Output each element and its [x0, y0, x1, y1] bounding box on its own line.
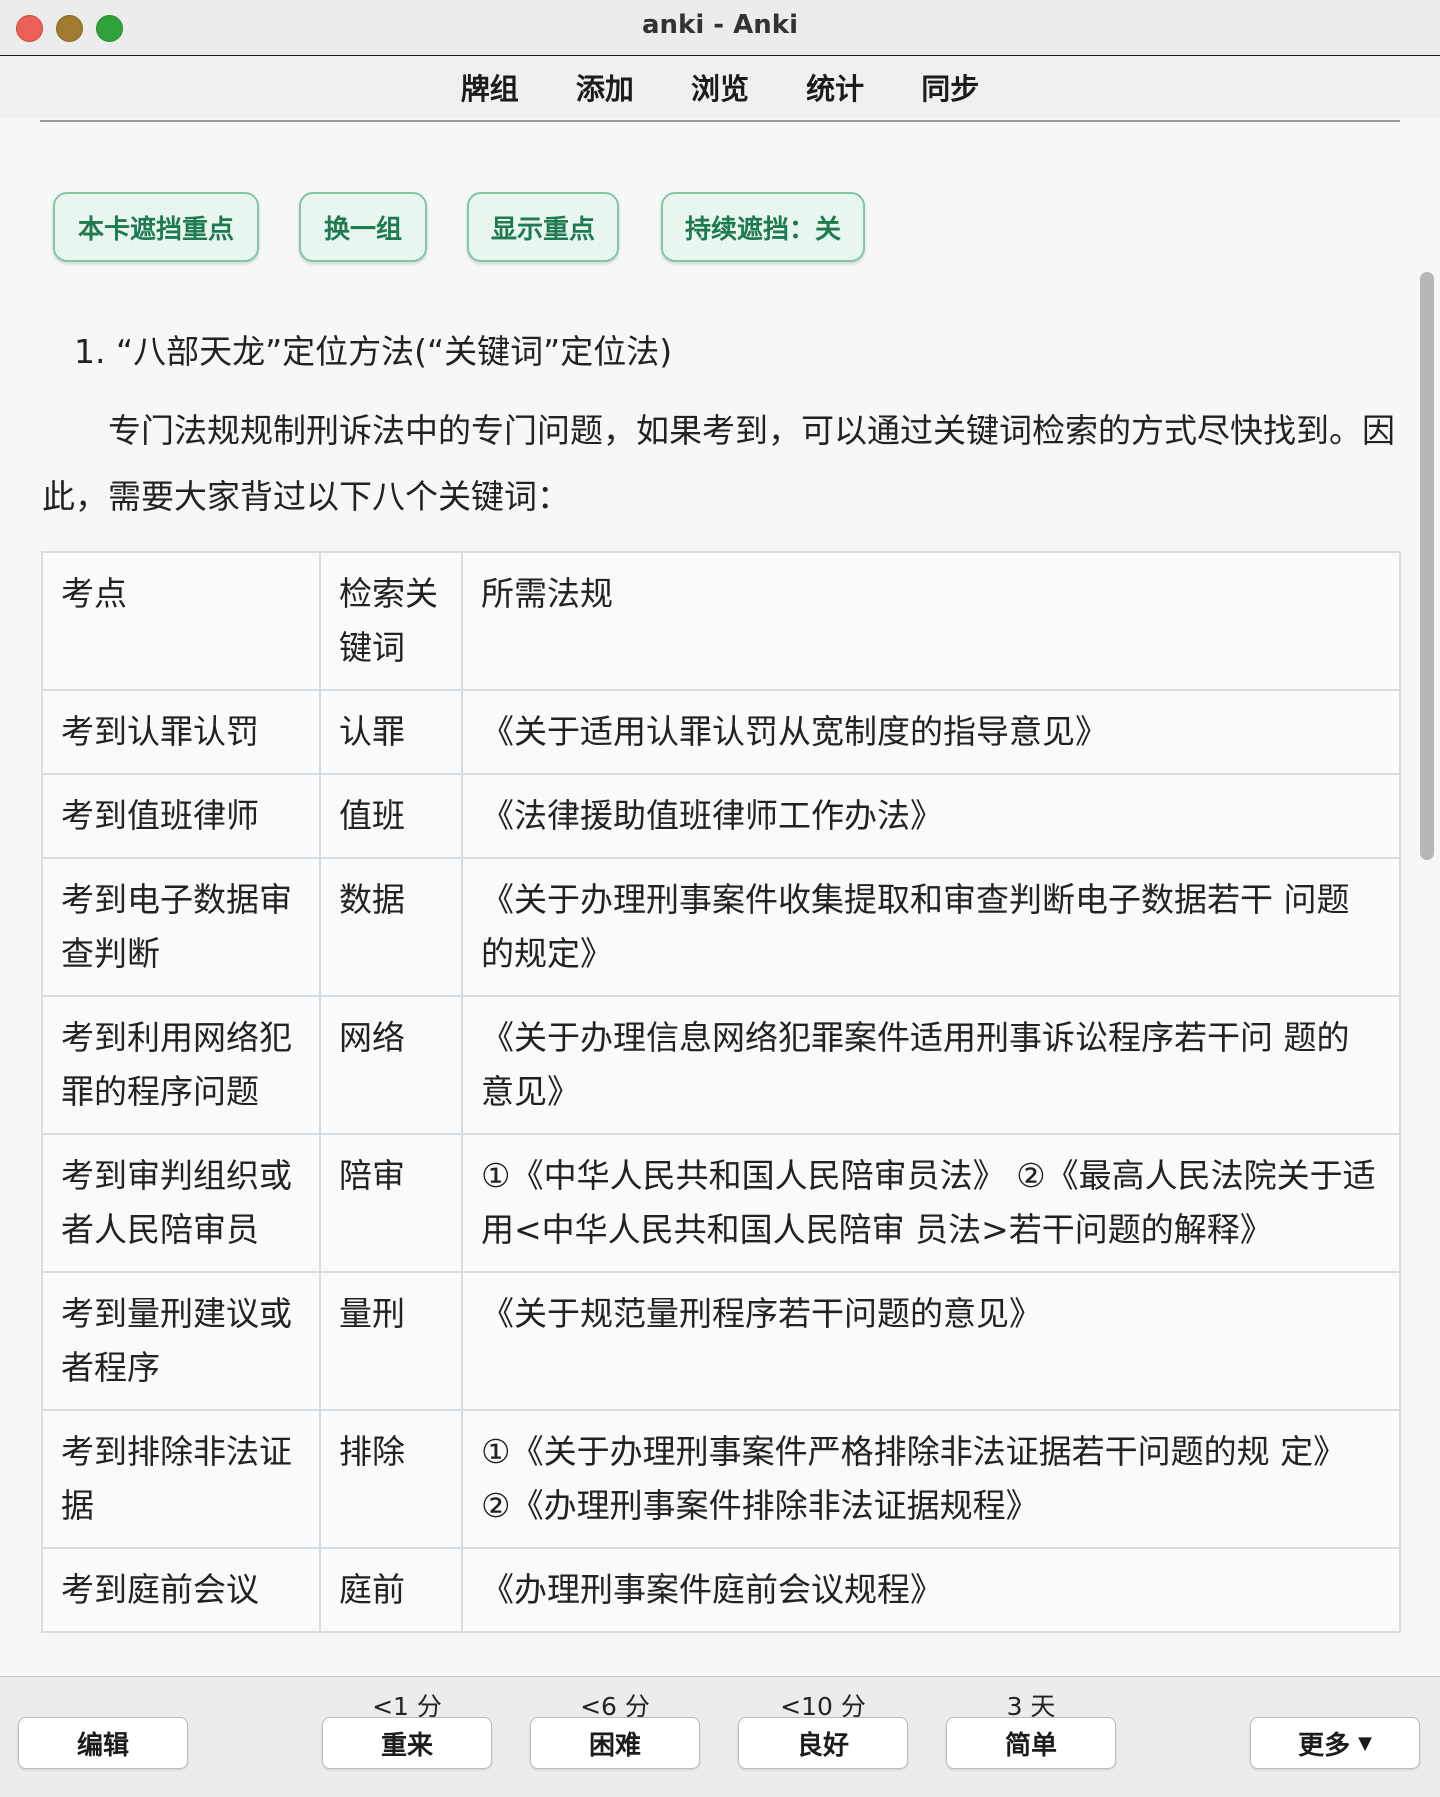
toolbar-stats[interactable]: 统计: [806, 66, 864, 108]
table-row: 考到量刑建议或者程序 量刑 《关于规范量刑程序若干问题的意见》: [41, 1271, 1401, 1411]
table-cell-law: ①《关于办理刑事案件严格排除非法证据若干问题的规 定》 ②《办理刑事案件排除非法…: [461, 1409, 1401, 1549]
again-button[interactable]: 重来: [322, 1717, 492, 1769]
more-button-label: 更多: [1298, 1730, 1351, 1761]
card-heading: 1. “八部天龙”定位方法(“关键词”定位法): [74, 332, 673, 371]
content-scrollbar[interactable]: [1420, 272, 1434, 860]
title-bar: anki - Anki: [0, 0, 1440, 56]
table-cell-keyword: 值班: [319, 773, 463, 859]
table-cell-topic: 考到利用网络犯罪的程序问题: [41, 995, 321, 1135]
table-cell-keyword: 陪审: [319, 1133, 463, 1273]
good-button[interactable]: 良好: [738, 1717, 908, 1769]
main-toolbar: 牌组 添加 浏览 统计 同步: [0, 56, 1440, 118]
table-row: 考到排除非法证据 排除 ①《关于办理刑事案件严格排除非法证据若干问题的规 定》 …: [41, 1409, 1401, 1549]
table-row: 考到值班律师 值班 《法律援助值班律师工作办法》: [41, 773, 1401, 859]
toolbar-decks[interactable]: 牌组: [461, 66, 519, 108]
table-cell-keyword: 认罪: [319, 689, 463, 775]
window-title: anki - Anki: [642, 10, 798, 40]
table-cell-law: 《关于规范量刑程序若干问题的意见》: [461, 1271, 1401, 1411]
table-cell-keyword: 庭前: [319, 1547, 463, 1633]
switch-group-button[interactable]: 换一组: [299, 192, 427, 262]
table-cell-law: 《关于适用认罪认罚从宽制度的指导意见》: [461, 689, 1401, 775]
more-button[interactable]: 更多 ▼: [1250, 1717, 1420, 1769]
table-row: 考到电子数据审查判断 数据 《关于办理刑事案件收集提取和审查判断电子数据若干 问…: [41, 857, 1401, 997]
table-cell-law: 《关于办理刑事案件收集提取和审查判断电子数据若干 问题的规定》: [461, 857, 1401, 997]
toolbar-browse[interactable]: 浏览: [691, 66, 749, 108]
chevron-down-icon: ▼: [1358, 1732, 1372, 1754]
table-header-cell: 考点: [41, 551, 321, 691]
table-header-cell: 检索关键词: [319, 551, 463, 691]
card-paragraph: 专门法规规制刑诉法中的专门问题，如果考到，可以通过关键词检索的方式尽快找到。因此…: [42, 411, 1395, 516]
keyword-table: 考点 检索关键词 所需法规 考到认罪认罚 认罪 《关于适用认罪认罚从宽制度的指导…: [41, 551, 1401, 1633]
table-row: 考到审判组织或者人民陪审员 陪审 ①《中华人民共和国人民陪审员法》 ②《最高人民…: [41, 1133, 1401, 1273]
table-cell-topic: 考到量刑建议或者程序: [41, 1271, 321, 1411]
toolbar-sync[interactable]: 同步: [921, 66, 979, 108]
table-cell-keyword: 网络: [319, 995, 463, 1135]
table-cell-topic: 考到电子数据审查判断: [41, 857, 321, 997]
table-cell-law: 《办理刑事案件庭前会议规程》: [461, 1547, 1401, 1633]
easy-button[interactable]: 简单: [946, 1717, 1116, 1769]
answer-bar: 编辑 <1 分 重来 <6 分 困难 <10 分 良好 3 天 简单 更多 ▼: [0, 1676, 1440, 1797]
table-cell-topic: 考到值班律师: [41, 773, 321, 859]
table-cell-keyword: 排除: [319, 1409, 463, 1549]
table-cell-law: ①《中华人民共和国人民陪审员法》 ②《最高人民法院关于适用<中华人民共和国人民陪…: [461, 1133, 1401, 1273]
table-header-row: 考点 检索关键词 所需法规: [41, 551, 1401, 691]
table-cell-keyword: 数据: [319, 857, 463, 997]
table-row: 考到庭前会议 庭前 《办理刑事案件庭前会议规程》: [41, 1547, 1401, 1633]
card-content: 本卡遮挡重点 换一组 显示重点 持续遮挡：关 1. “八部天龙”定位方法(“关键…: [0, 122, 1425, 1672]
table-header-cell: 所需法规: [461, 551, 1401, 691]
table-cell-keyword: 量刑: [319, 1271, 463, 1411]
anki-window: anki - Anki 牌组 添加 浏览 统计 同步 本卡遮挡重点 换一组 显示…: [0, 0, 1440, 1797]
table-cell-topic: 考到认罪认罚: [41, 689, 321, 775]
table-cell-topic: 考到审判组织或者人民陪审员: [41, 1133, 321, 1273]
table-cell-law: 《法律援助值班律师工作办法》: [461, 773, 1401, 859]
mask-current-card-button[interactable]: 本卡遮挡重点: [53, 192, 259, 262]
table-row: 考到认罪认罚 认罪 《关于适用认罪认罚从宽制度的指导意见》: [41, 689, 1401, 775]
table-cell-law: 《关于办理信息网络犯罪案件适用刑事诉讼程序若干问 题的意见》: [461, 995, 1401, 1135]
persistent-mask-toggle[interactable]: 持续遮挡：关: [661, 192, 865, 262]
hard-button[interactable]: 困难: [530, 1717, 700, 1769]
table-row: 考到利用网络犯罪的程序问题 网络 《关于办理信息网络犯罪案件适用刑事诉讼程序若干…: [41, 995, 1401, 1135]
edit-button[interactable]: 编辑: [18, 1717, 188, 1769]
table-cell-topic: 考到庭前会议: [41, 1547, 321, 1633]
table-cell-topic: 考到排除非法证据: [41, 1409, 321, 1549]
show-highlights-button[interactable]: 显示重点: [467, 192, 619, 262]
toolbar-add[interactable]: 添加: [576, 66, 634, 108]
